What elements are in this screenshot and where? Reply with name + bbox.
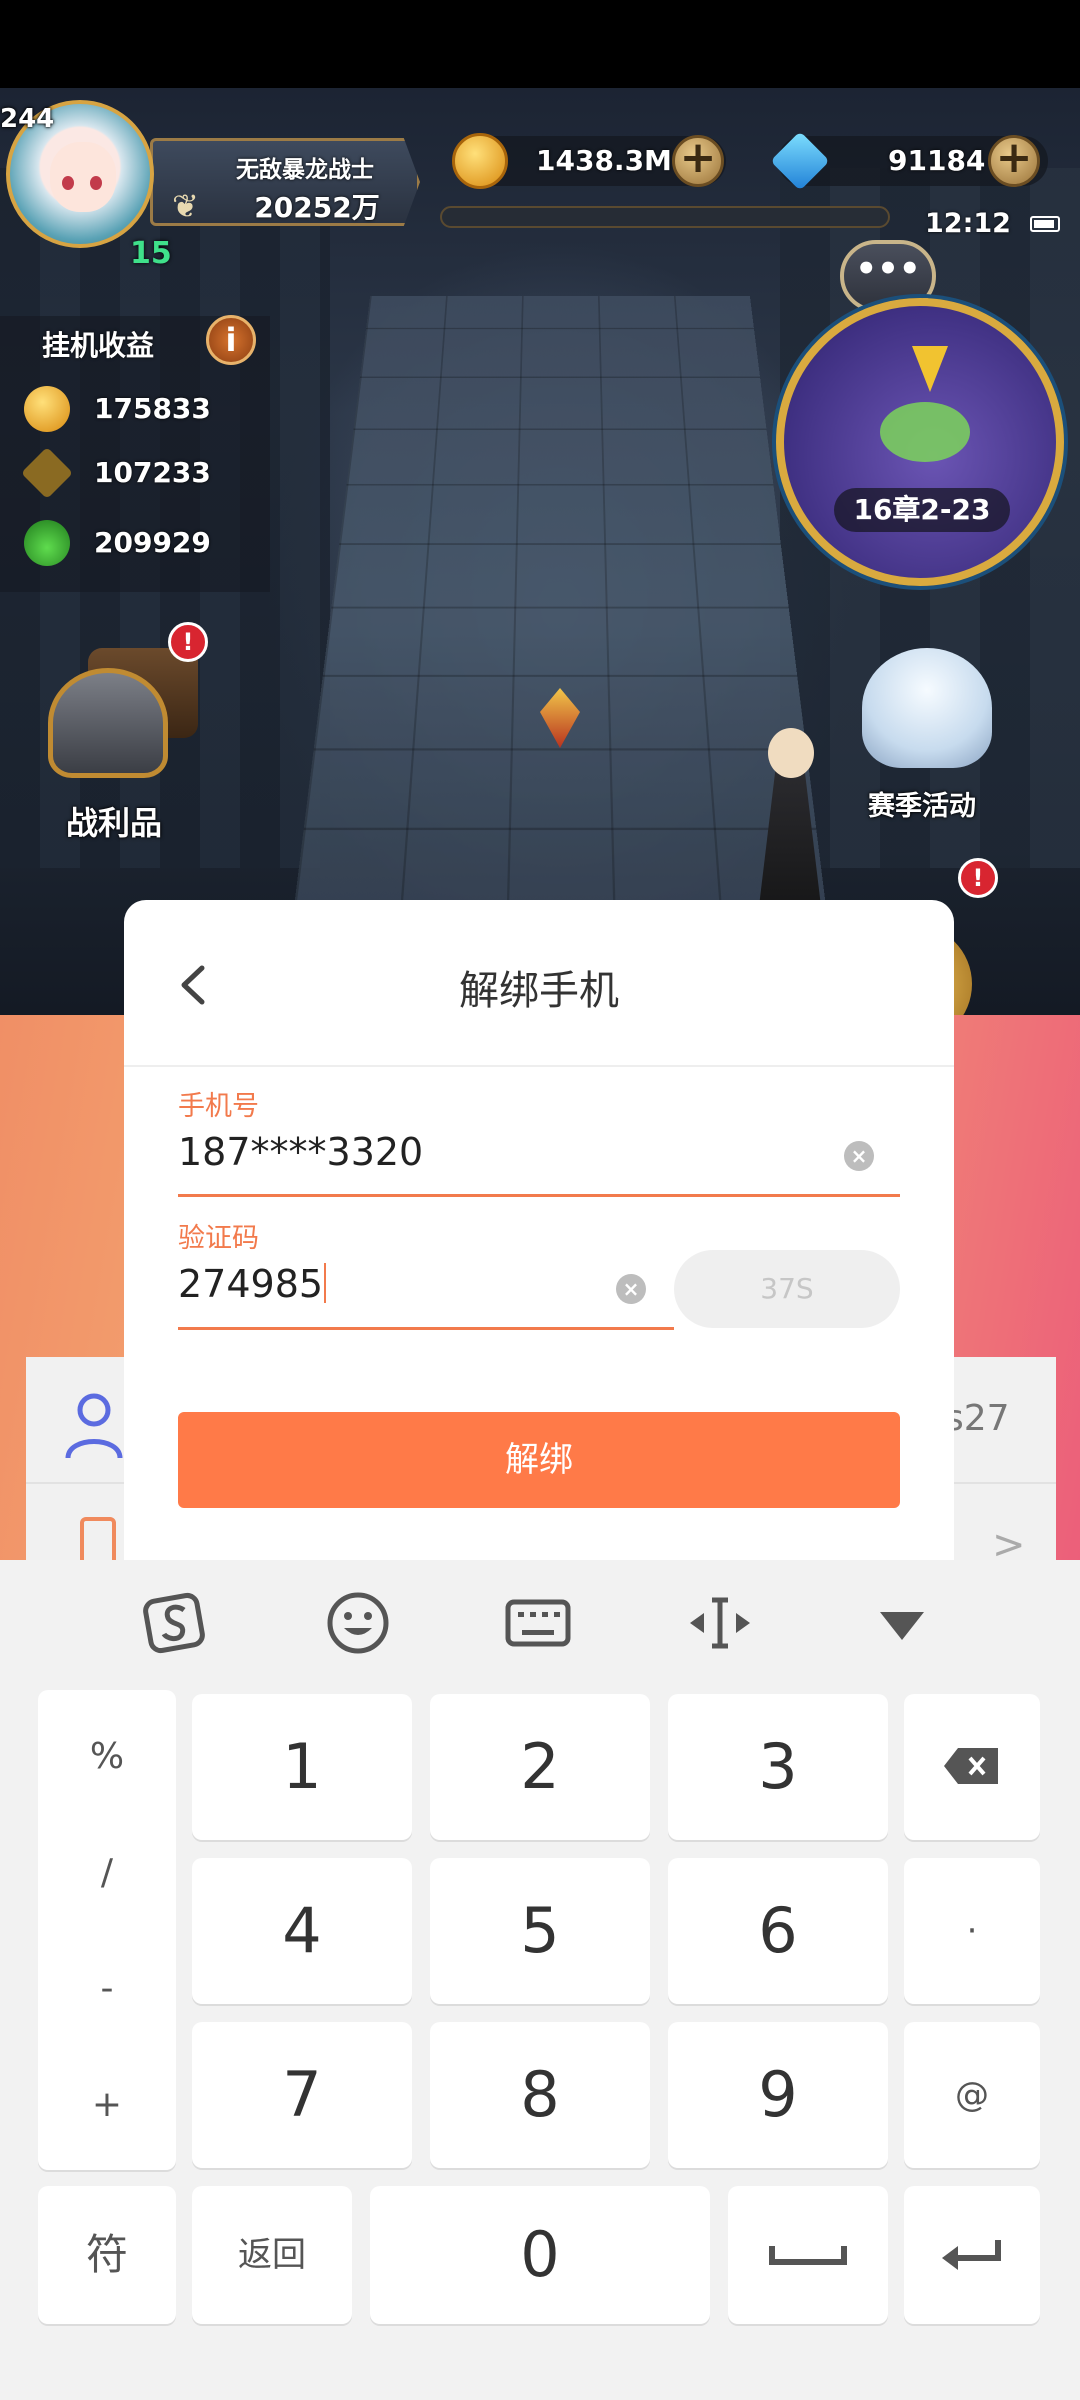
- minimap[interactable]: 16章2-23: [776, 298, 1064, 586]
- gold-coin-icon: [452, 133, 508, 189]
- key-at[interactable]: @: [904, 2022, 1040, 2168]
- numeric-keyboard: % / - + 1 2 3 4 5 6 · 7 8 9 @ 符 返回 0: [0, 1560, 1080, 2400]
- space-icon: [769, 2246, 847, 2265]
- code-field-underline: [178, 1327, 674, 1330]
- minimap-monsters: [880, 402, 970, 462]
- verification-code-value: 274985: [178, 1262, 324, 1306]
- add-gold-button[interactable]: +: [672, 135, 724, 187]
- enter-icon: [942, 2240, 1001, 2270]
- dialog-header-divider: [124, 1065, 954, 1067]
- phone-field-label: 手机号: [178, 1091, 259, 1122]
- season-event-label: 赛季活动: [868, 791, 976, 822]
- info-icon[interactable]: i: [206, 315, 256, 365]
- loot-button[interactable]: !: [28, 622, 208, 808]
- player-name: 无敌暴龙战士: [236, 157, 374, 183]
- key-1[interactable]: 1: [192, 1694, 412, 1840]
- game-scene[interactable]: ❦ 无敌暴龙战士 20252万 244 15 1438.3M + 91184 +…: [0, 88, 1080, 1015]
- space-key[interactable]: [728, 2186, 888, 2324]
- clear-code-icon[interactable]: ×: [616, 1274, 646, 1304]
- key-slash[interactable]: /: [38, 1852, 176, 1893]
- status-bar: [0, 0, 1080, 88]
- avatar-eye-right: [90, 176, 102, 190]
- add-diamond-button[interactable]: +: [988, 135, 1040, 187]
- dialog-title: 解绑手机: [459, 968, 619, 1014]
- loot-alert-badge: !: [168, 622, 208, 662]
- backspace-key[interactable]: [904, 1694, 1040, 1840]
- unbind-phone-dialog: 解绑手机 手机号 187****3320 × 验证码 274985 × 37S …: [124, 900, 954, 1560]
- helmet-icon: [48, 668, 168, 778]
- experience-bar: [440, 206, 890, 228]
- avatar-face: [50, 142, 116, 212]
- symbols-key[interactable]: 符: [38, 2186, 176, 2324]
- phone-field-underline: [178, 1194, 900, 1197]
- verification-code-field[interactable]: 274985: [178, 1262, 327, 1306]
- symbol-column: % / - +: [38, 1690, 176, 2170]
- unbind-button[interactable]: 解绑: [178, 1412, 900, 1508]
- key-7[interactable]: 7: [192, 2022, 412, 2168]
- player-level: 244: [0, 104, 55, 134]
- text-cursor: [324, 1263, 327, 1303]
- player-power: 20252万: [254, 191, 380, 224]
- account-id-text: s27: [945, 1398, 1010, 1439]
- loot-label: 战利品: [66, 804, 163, 842]
- gold-resource-bar: 1438.3M +: [452, 133, 726, 189]
- location-pin-icon: [912, 346, 948, 392]
- gold-amount: 1438.3M: [536, 144, 672, 177]
- key-dot[interactable]: ·: [904, 1858, 1040, 2004]
- battery-icon: [1030, 216, 1060, 232]
- diamond-amount: 91184: [888, 144, 986, 177]
- game-clock: 12:12: [925, 208, 1011, 239]
- avatar-eye-left: [62, 176, 74, 190]
- idle-gold-amount: 175833: [94, 392, 211, 425]
- key-3[interactable]: 3: [668, 1694, 888, 1840]
- key-percent[interactable]: %: [38, 1736, 176, 1777]
- collapse-keyboard-icon[interactable]: [866, 1590, 938, 1656]
- idle-exp-amount: 107233: [94, 456, 211, 489]
- vip-level: 15: [130, 236, 172, 271]
- shop-alert-badge: !: [958, 858, 998, 898]
- enter-key[interactable]: [904, 2186, 1040, 2324]
- diamond-resource-bar: 91184 +: [770, 131, 1048, 191]
- gold-coin-icon: [24, 386, 70, 432]
- key-plus[interactable]: +: [38, 2084, 176, 2125]
- emoji-icon[interactable]: [322, 1590, 394, 1656]
- key-0[interactable]: 0: [370, 2186, 710, 2324]
- key-2[interactable]: 2: [430, 1694, 650, 1840]
- keyboard-icon[interactable]: [502, 1590, 574, 1656]
- sogou-logo-icon[interactable]: [140, 1590, 212, 1656]
- key-6[interactable]: 6: [668, 1858, 888, 2004]
- key-9[interactable]: 9: [668, 2022, 888, 2168]
- character-head: [768, 728, 814, 778]
- phone-number-field[interactable]: 187****3320: [178, 1130, 423, 1174]
- key-minus[interactable]: -: [38, 1968, 176, 2009]
- chapter-label: 16章2-23: [834, 488, 1010, 532]
- key-5[interactable]: 5: [430, 1858, 650, 2004]
- airship-icon[interactable]: [862, 648, 992, 768]
- key-4[interactable]: 4: [192, 1858, 412, 2004]
- idle-potion-amount: 209929: [94, 526, 211, 559]
- potion-icon: [24, 520, 70, 566]
- cursor-move-icon[interactable]: [684, 1590, 756, 1656]
- user-icon: [65, 1393, 123, 1459]
- wing-icon: ❦: [172, 187, 199, 225]
- idle-income-title: 挂机收益: [42, 329, 155, 362]
- resend-code-countdown-button[interactable]: 37S: [674, 1250, 900, 1328]
- backspace-icon: [944, 1748, 998, 1784]
- clear-phone-icon[interactable]: ×: [844, 1141, 874, 1171]
- code-field-label: 验证码: [178, 1223, 259, 1254]
- return-key[interactable]: 返回: [192, 2186, 352, 2324]
- key-8[interactable]: 8: [430, 2022, 650, 2168]
